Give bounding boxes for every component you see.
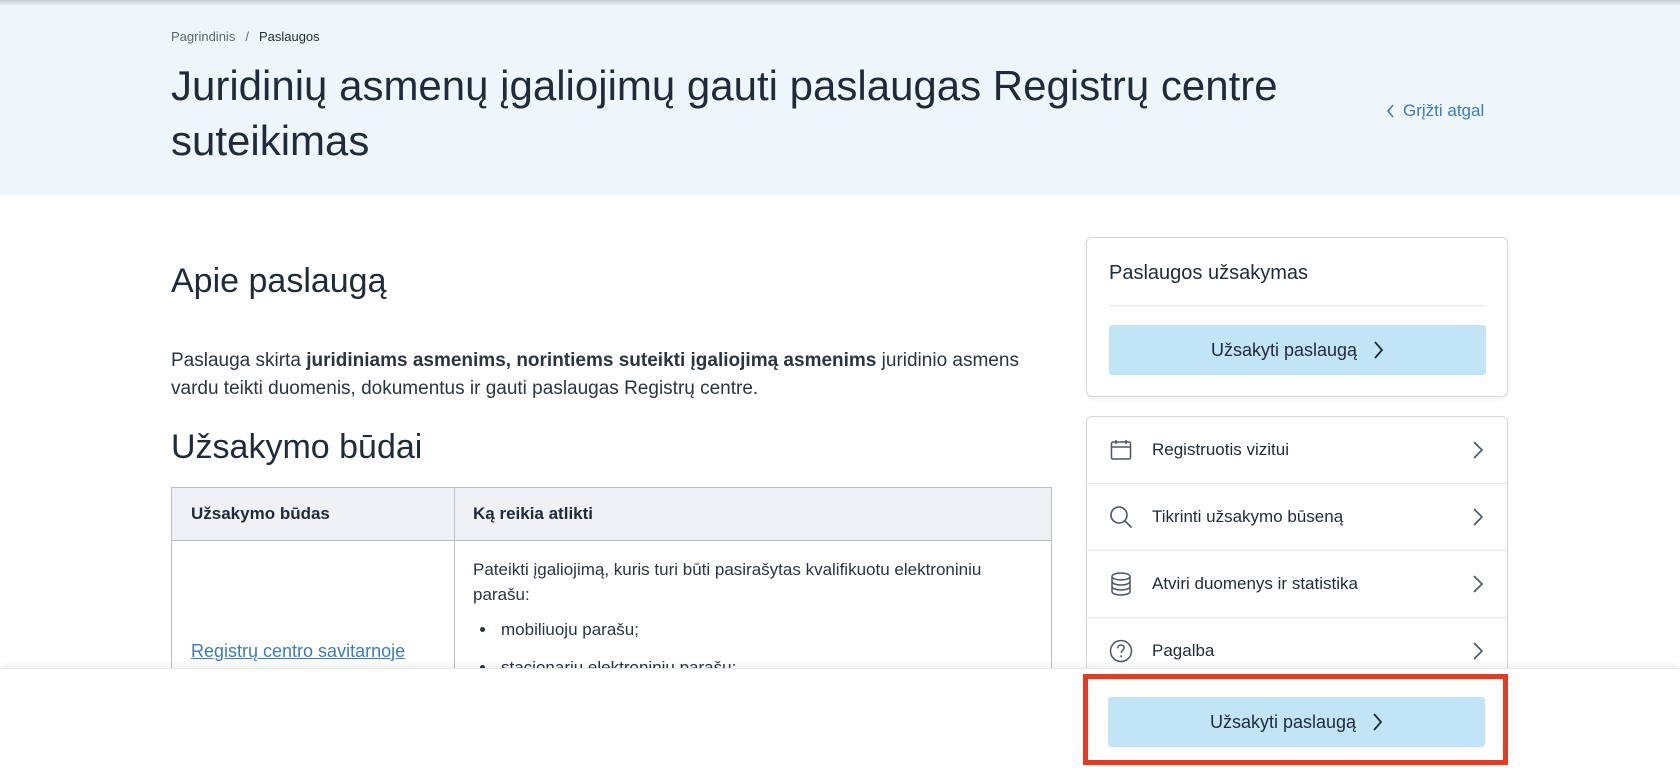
back-link-label: Grįžti atgal — [1403, 101, 1485, 120]
page-header: Pagrindinis / Paslaugos Juridinių asmenų… — [0, 0, 1680, 195]
order-service-label: Užsakyti paslaugą — [1209, 711, 1357, 732]
breadcrumb-home[interactable]: Pagrindinis — [171, 29, 235, 44]
link-check-status[interactable]: Tikrinti užsakymo būseną — [1087, 484, 1507, 551]
link-register-visit[interactable]: Registruotis vizitui — [1087, 417, 1507, 484]
column-header-method: Užsakymo būdas — [172, 488, 455, 540]
calendar-icon — [1109, 438, 1133, 462]
chevron-right-icon — [1473, 642, 1484, 660]
about-text: Paslauga skirta juridiniams asmenims, no… — [171, 347, 1051, 403]
chevron-right-icon — [1473, 508, 1484, 526]
order-card-title: Paslaugos užsakymas — [1109, 262, 1308, 284]
self-service-link[interactable]: Registrų centro savitarnoje — [191, 641, 405, 662]
about-text-before: Paslauga skirta — [171, 350, 307, 371]
link-open-data[interactable]: Atviri duomenys ir statistika — [1087, 551, 1507, 618]
top-shadow — [0, 0, 1680, 6]
database-icon — [1109, 572, 1133, 596]
column-header-action: Ką reikia atlikti — [473, 504, 594, 523]
link-label: Pagalba — [1152, 641, 1215, 660]
about-text-bold: juridiniams asmenims, norintiems suteikt… — [306, 350, 877, 371]
help-icon — [1109, 639, 1133, 663]
chevron-right-icon — [1473, 441, 1484, 459]
breadcrumb: Pagrindinis / Paslaugos — [171, 29, 320, 44]
chevron-right-icon — [1373, 713, 1383, 731]
link-label: Tikrinti užsakymo būseną — [1152, 507, 1344, 526]
page-title: Juridinių asmenų įgaliojimų gauti paslau… — [171, 62, 1278, 164]
breadcrumb-separator: / — [245, 29, 249, 44]
about-heading: Apie paslaugą — [171, 262, 387, 300]
back-link[interactable]: Grįžti atgal — [1386, 101, 1484, 121]
divider — [1109, 305, 1485, 306]
order-methods-heading: Užsakymo būdai — [171, 428, 423, 466]
link-label: Atviri duomenys ir statistika — [1152, 574, 1358, 593]
order-service-button[interactable]: Užsakyti paslaugą — [1109, 325, 1486, 375]
action-description: Pateikti įgaliojimą, kuris turi būti pas… — [473, 560, 982, 604]
chevron-right-icon — [1374, 341, 1384, 359]
sticky-order-service-button[interactable]: Užsakyti paslaugą — [1108, 697, 1485, 747]
order-service-label: Užsakyti paslaugą — [1210, 339, 1358, 360]
chevron-left-icon — [1386, 104, 1394, 118]
sticky-order-bar: Užsakyti paslaugą — [0, 668, 1680, 774]
list-item: mobiliuoju parašu; — [497, 617, 1033, 642]
order-card: Paslaugos užsakymas Užsakyti paslaugą — [1086, 237, 1508, 397]
chevron-right-icon — [1473, 575, 1484, 593]
breadcrumb-current: Paslaugos — [258, 29, 320, 44]
search-icon — [1109, 505, 1133, 529]
link-label: Registruotis vizitui — [1152, 440, 1289, 459]
table-header: Užsakymo būdas Ką reikia atlikti — [172, 488, 1051, 541]
